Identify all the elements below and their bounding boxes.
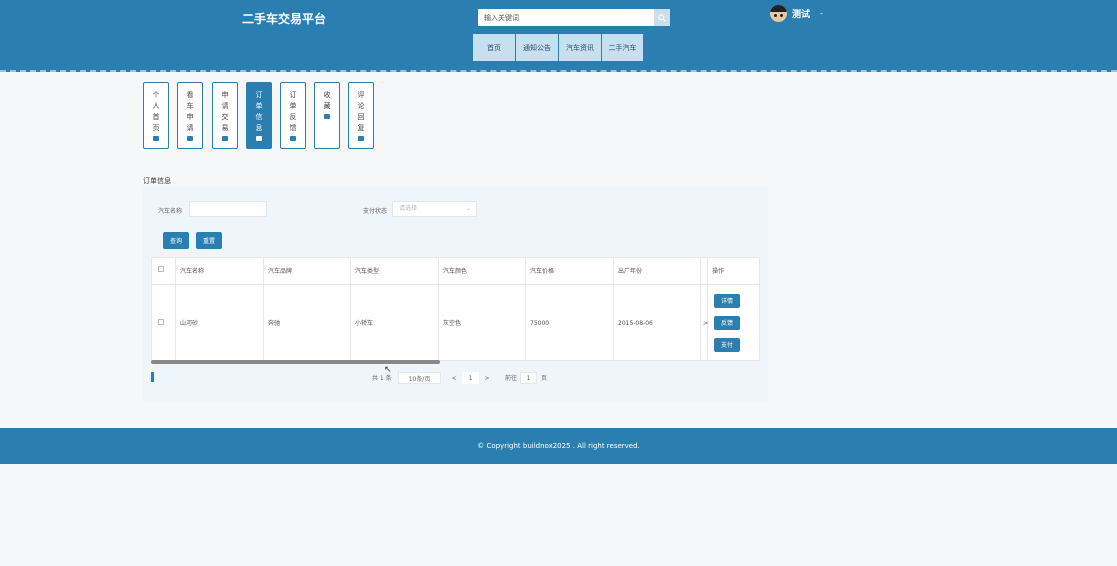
- select-all-header: [152, 258, 176, 285]
- column-header[interactable]: 汽车名称: [176, 258, 264, 285]
- car-name-filter-label: 汽车名称: [158, 208, 183, 215]
- row-checkbox[interactable]: [158, 319, 164, 325]
- prev-page-button[interactable]: <: [448, 372, 460, 384]
- cursor: ↖: [384, 365, 392, 375]
- table-cell: 奔驰: [264, 285, 351, 360]
- goto-page-input[interactable]: 1: [520, 372, 537, 384]
- tab-favorites[interactable]: 收藏: [314, 82, 340, 149]
- home-icon: [222, 136, 228, 141]
- home-icon: [324, 114, 330, 119]
- table-cell: 2015-08-06: [614, 285, 701, 360]
- site-title[interactable]: 二手车交易平台: [242, 10, 326, 27]
- row-select-cell: [152, 285, 176, 360]
- select-all-checkbox[interactable]: [158, 266, 164, 272]
- goto-suffix: 页: [541, 375, 548, 382]
- order-table: 汽车名称 汽车品牌 汽车类型 汽车颜色 汽车价格 出厂年份 操作 山河砂 奔驰 …: [151, 257, 760, 361]
- tab-label: 评论回复: [357, 91, 365, 132]
- nav-item-notices[interactable]: 通知公告: [516, 34, 559, 61]
- column-header-overflow: [701, 258, 708, 285]
- tab-trade-requests[interactable]: 申请交易: [212, 82, 238, 149]
- home-icon: [187, 136, 193, 141]
- copyright-text: © Copyright buildnox2025 . All right res…: [477, 442, 640, 450]
- tab-label: 收藏: [323, 91, 331, 110]
- overflow-mark: >: [701, 285, 708, 360]
- column-header[interactable]: 汽车类型: [351, 258, 439, 285]
- search-input[interactable]: [478, 9, 654, 26]
- table-cell: 山河砂: [176, 285, 264, 360]
- home-icon: [256, 136, 262, 141]
- next-page-button[interactable]: >: [481, 372, 493, 384]
- tab-viewing-requests[interactable]: 看车申请: [177, 82, 203, 149]
- avatar[interactable]: [770, 5, 787, 22]
- page-size-value: 10条/页: [408, 375, 431, 383]
- pay-button[interactable]: 支付: [714, 338, 740, 352]
- nav-item-news[interactable]: 汽车资讯: [559, 34, 602, 61]
- home-icon: [153, 136, 159, 141]
- tab-label: 申请交易: [221, 91, 229, 132]
- reset-button[interactable]: 重置: [196, 232, 222, 249]
- tab-label: 看车申请: [186, 91, 194, 132]
- tab-order-feedback[interactable]: 订单反馈: [280, 82, 306, 149]
- search-bar: [478, 9, 670, 26]
- username[interactable]: 测试: [792, 7, 810, 20]
- column-header[interactable]: 出厂年份: [614, 258, 701, 285]
- main-nav: 首页 通知公告 汽车资讯 二手汽车: [473, 34, 644, 61]
- tab-order-info[interactable]: 订单信息: [246, 82, 272, 149]
- tab-label: 订单信息: [255, 91, 263, 132]
- table-cell: 75000: [526, 285, 614, 360]
- car-name-filter-input[interactable]: [189, 201, 267, 217]
- pagination-marker: [151, 372, 154, 382]
- nav-item-home[interactable]: 首页: [473, 34, 516, 61]
- search-button[interactable]: [654, 9, 670, 26]
- actions-cell: 详情 反馈 支付: [708, 285, 759, 360]
- column-header: 操作: [708, 258, 759, 285]
- pay-status-select[interactable]: 请选择 ⌄: [392, 201, 477, 217]
- column-header[interactable]: 汽车品牌: [264, 258, 351, 285]
- table-cell: 小轿车: [351, 285, 439, 360]
- query-button[interactable]: 查询: [163, 232, 189, 249]
- section-title: 订单信息: [143, 177, 171, 185]
- user-menu[interactable]: 测试 -: [770, 5, 823, 22]
- tab-personal-home[interactable]: 个人首页: [143, 82, 169, 149]
- footer: © Copyright buildnox2025 . All right res…: [0, 428, 1117, 464]
- search-icon: [658, 13, 666, 22]
- home-icon: [358, 136, 364, 141]
- tab-label: 个人首页: [152, 91, 160, 132]
- tab-comment-replies[interactable]: 评论回复: [348, 82, 374, 149]
- page-number-1[interactable]: 1: [462, 372, 479, 384]
- select-caret-icon: ⌄: [465, 205, 471, 212]
- home-icon: [290, 136, 296, 141]
- table-horizontal-scrollbar[interactable]: [151, 360, 440, 364]
- column-header[interactable]: 汽车价格: [526, 258, 614, 285]
- goto-label: 前往: [505, 375, 518, 382]
- tab-label: 订单反馈: [289, 91, 297, 132]
- page-size-select[interactable]: 10条/页: [398, 372, 441, 384]
- nav-item-used-cars[interactable]: 二手汽车: [602, 34, 644, 61]
- user-menu-caret-icon[interactable]: -: [820, 9, 823, 18]
- table-cell: 灰空色: [439, 285, 526, 360]
- column-header[interactable]: 汽车颜色: [439, 258, 526, 285]
- pay-status-placeholder: 请选择: [399, 205, 418, 212]
- pay-status-filter-label: 支付状态: [363, 208, 388, 215]
